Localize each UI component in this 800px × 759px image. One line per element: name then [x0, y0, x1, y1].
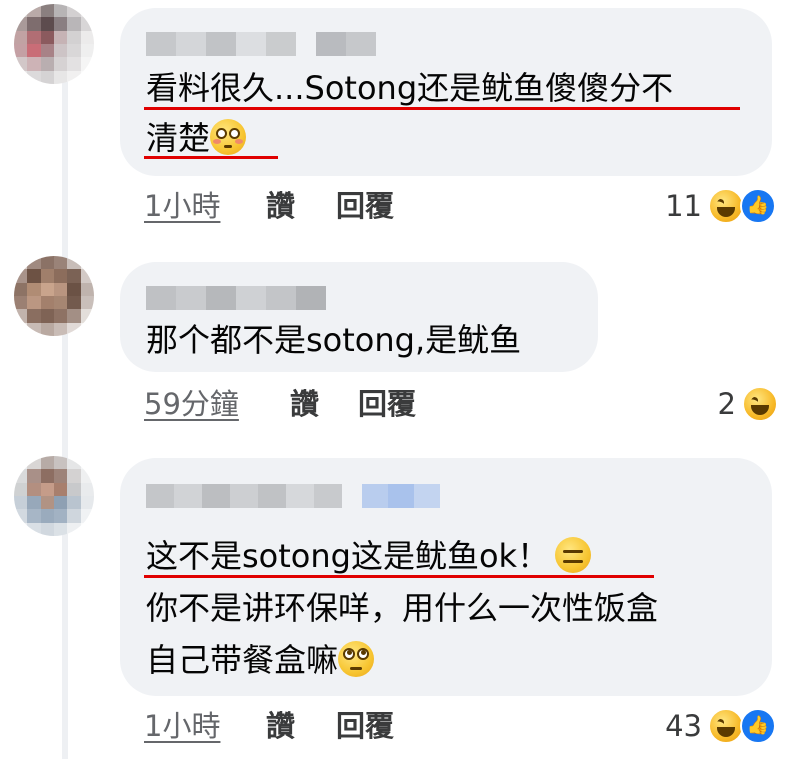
like-button[interactable]: 讚 — [266, 708, 295, 744]
avatar[interactable] — [14, 256, 94, 336]
red-underline — [144, 575, 654, 578]
avatar[interactable] — [14, 4, 94, 84]
comment-text-line: 自己带餐盒嘛 — [146, 640, 375, 680]
thread-line — [62, 80, 68, 759]
reaction-count[interactable]: 11 — [650, 188, 702, 224]
comment-timestamp[interactable]: 59分鐘 — [144, 386, 239, 422]
like-button[interactable]: 讚 — [266, 188, 295, 224]
reply-button[interactable]: 回覆 — [336, 188, 394, 224]
comment-bubble: 这不是sotong这是鱿鱼ok！ 你不是讲环保咩，用什么一次性饭盒 自己带餐盒嘛 — [120, 458, 772, 696]
comment-text-line: 你不是讲环保咩，用什么一次性饭盒 — [146, 589, 659, 627]
comment-timestamp[interactable]: 1小時 — [144, 708, 220, 744]
comment-bubble: 看料很久...Sotong还是鱿鱼傻傻分不 清楚 — [120, 8, 772, 176]
comment-bubble: 那个都不是sotong,是鱿鱼 — [120, 262, 598, 372]
like-thumb-icon: 👍 — [740, 188, 776, 224]
laughing-emoji-icon — [708, 188, 744, 224]
author-name-blurred[interactable] — [146, 484, 440, 508]
comment-text-line: 这不是sotong这是鱿鱼ok！ — [146, 536, 592, 576]
comment-text: 这不是sotong这是鱿鱼ok！ — [146, 537, 550, 575]
expressionless-face-icon — [555, 537, 592, 573]
reply-button[interactable]: 回覆 — [336, 708, 394, 744]
flushed-face-icon — [210, 119, 247, 155]
reply-button[interactable]: 回覆 — [358, 386, 416, 422]
laughing-emoji-icon — [742, 386, 778, 422]
comment-text-line: 那个都不是sotong,是鱿鱼 — [146, 321, 522, 359]
red-underline — [144, 156, 278, 159]
laughing-emoji-icon — [708, 708, 744, 744]
red-underline — [144, 107, 740, 110]
reaction-count[interactable]: 2 — [690, 386, 736, 422]
avatar[interactable] — [14, 456, 94, 536]
comment-text: 清楚 — [146, 119, 211, 157]
author-name-blurred[interactable] — [146, 32, 376, 56]
author-name-blurred[interactable] — [146, 286, 326, 310]
reaction-count[interactable]: 43 — [640, 708, 702, 744]
like-button[interactable]: 讚 — [290, 386, 319, 422]
comment-timestamp[interactable]: 1小時 — [144, 188, 220, 224]
rolling-eyes-face-icon — [338, 641, 375, 677]
like-thumb-icon: 👍 — [740, 708, 776, 744]
comment-text-line: 看料很久...Sotong还是鱿鱼傻傻分不 — [146, 69, 674, 107]
comment-text-line: 清楚 — [146, 118, 247, 158]
comment-text: 自己带餐盒嘛 — [146, 641, 339, 679]
